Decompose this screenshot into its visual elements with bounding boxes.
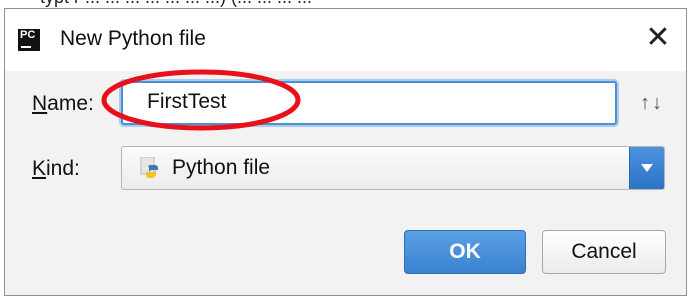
- name-input[interactable]: FirstTest: [121, 81, 617, 125]
- dialog-titlebar: PC New Python file ✕: [5, 9, 686, 71]
- cancel-button[interactable]: Cancel: [542, 230, 666, 274]
- kind-select[interactable]: Python file: [121, 146, 665, 190]
- chevron-down-icon[interactable]: [629, 147, 664, 189]
- background-window-text: typt r ... ... ... ... ... ... ...) (...…: [0, 0, 691, 8]
- kind-label: Kind:: [32, 157, 80, 181]
- dialog-title: New Python file: [60, 27, 206, 50]
- name-label-text: ame:: [47, 92, 94, 115]
- sort-icon[interactable]: ↑↓: [640, 92, 664, 115]
- kind-label-text: ind:: [46, 157, 80, 180]
- ok-button[interactable]: OK: [404, 230, 526, 274]
- kind-select-value: Python file: [172, 156, 271, 179]
- pycharm-app-icon: PC: [18, 29, 40, 51]
- close-icon[interactable]: ✕: [640, 21, 676, 57]
- background-text: typt r ... ... ... ... ... ... ...) (...…: [40, 0, 312, 8]
- kind-label-mnemonic: K: [32, 157, 47, 180]
- name-label: Name:: [32, 92, 94, 116]
- python-file-icon: [140, 157, 158, 178]
- app-icon-text: PC: [20, 29, 36, 41]
- name-label-mnemonic: N: [32, 92, 48, 115]
